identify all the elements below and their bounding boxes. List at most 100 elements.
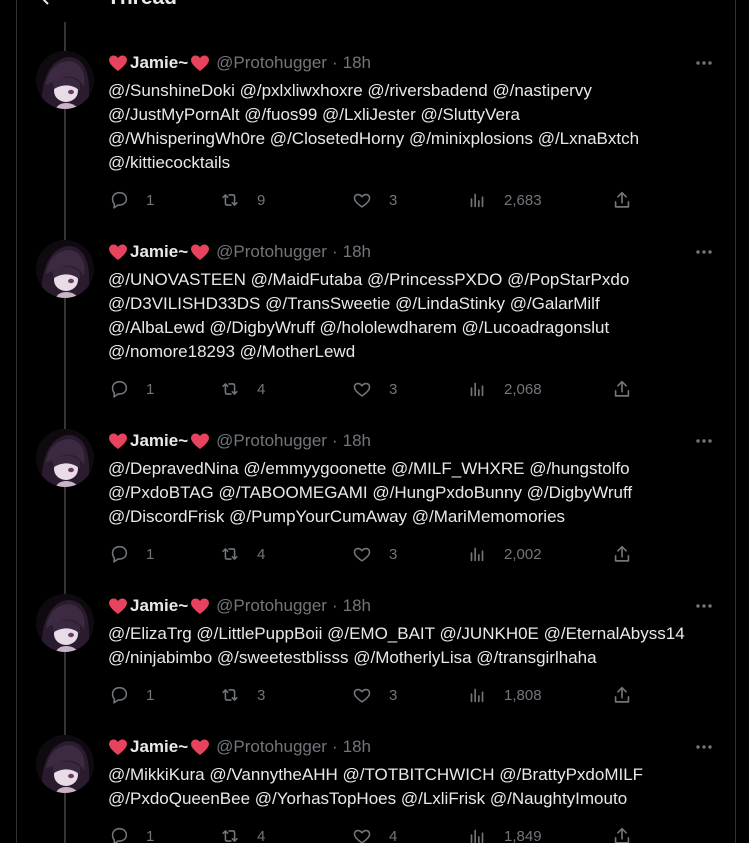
back-arrow-icon[interactable]: [39, 0, 59, 8]
tweet-text-line[interactable]: @/kittiecocktails: [108, 151, 728, 175]
display-name[interactable]: Jamie~: [130, 53, 188, 73]
more-icon[interactable]: [695, 54, 713, 72]
display-name[interactable]: Jamie~: [130, 737, 188, 757]
tweet-header: Jamie~ @Protohugger · 18h: [108, 594, 371, 618]
display-name[interactable]: Jamie~: [130, 431, 188, 451]
page-title: Thread: [107, 0, 177, 10]
share-icon: [614, 380, 630, 397]
repost-button[interactable]: 9: [219, 188, 265, 212]
repost-button[interactable]: 4: [219, 542, 265, 566]
more-icon[interactable]: [695, 597, 713, 615]
views-count: 2,683: [504, 191, 542, 209]
reply-icon: [111, 191, 128, 209]
tweet-text-line[interactable]: @/ninjabimbo @/sweetestblisss @/Motherly…: [108, 646, 728, 670]
tweet-text-line[interactable]: @/WhisperingWh0re @/ClosetedHorny @/mini…: [108, 127, 728, 151]
tweet-text-line[interactable]: @/UNOVASTEEN @/MaidFutaba @/PrincessPXDO…: [108, 268, 728, 292]
like-button[interactable]: 3: [351, 188, 397, 212]
tweet-text: @/ElizaTrg @/LittlePuppBoii @/EMO_BAIT @…: [108, 622, 728, 670]
timeline-column: Thread Jamie~ @Protohugger ·: [16, 0, 736, 843]
views-button[interactable]: 2,068: [466, 377, 542, 401]
timestamp[interactable]: 18h: [343, 53, 371, 73]
views-button[interactable]: 2,683: [466, 188, 542, 212]
more-icon[interactable]: [695, 738, 713, 756]
repost-button[interactable]: 3: [219, 683, 265, 707]
display-name[interactable]: Jamie~: [130, 242, 188, 262]
heart-emoji-icon: [191, 598, 210, 614]
more-icon[interactable]: [695, 432, 713, 450]
avatar[interactable]: [36, 429, 94, 487]
tweet-text-line[interactable]: @/SunshineDoki @/pxlxliwxhoxre @/riversb…: [108, 79, 728, 103]
heart-emoji-icon: [191, 433, 210, 449]
reply-count: 1: [146, 380, 155, 398]
reply-button[interactable]: 1: [108, 683, 154, 707]
separator-dot: ·: [331, 242, 338, 261]
tweet-text-line[interactable]: @/DepravedNina @/emmyygoonette @/MILF_WH…: [108, 457, 728, 481]
share-button[interactable]: [611, 824, 633, 843]
user-handle[interactable]: @Protohugger: [216, 596, 327, 616]
tweet-text-line[interactable]: @/DiscordFrisk @/PumpYourCumAway @/MariM…: [108, 505, 728, 529]
share-button[interactable]: [611, 188, 633, 212]
like-button[interactable]: 4: [351, 824, 397, 843]
like-count: 3: [389, 545, 398, 563]
avatar[interactable]: [36, 594, 94, 652]
share-button[interactable]: [611, 542, 633, 566]
like-icon: [353, 688, 371, 703]
tweet-text-line[interactable]: @/ElizaTrg @/LittlePuppBoii @/EMO_BAIT @…: [108, 622, 728, 646]
tweet-text-line[interactable]: @/AlbaLewd @/DigbyWruff @/hololewdharem …: [108, 316, 728, 340]
like-button[interactable]: 3: [351, 683, 397, 707]
heart-emoji-icon: [109, 433, 127, 449]
repost-icon: [222, 383, 238, 395]
tweet-text-line[interactable]: @/PxdoQueenBee @/YorhasTopHoes @/LxliFri…: [108, 787, 728, 811]
user-handle[interactable]: @Protohugger: [216, 53, 327, 73]
user-handle[interactable]: @Protohugger: [216, 242, 327, 262]
separator-dot: ·: [331, 737, 338, 756]
share-button[interactable]: [611, 683, 633, 707]
more-icon[interactable]: [695, 243, 713, 261]
repost-count: 3: [257, 686, 266, 704]
heart-emoji-icon: [109, 739, 127, 755]
timestamp[interactable]: 18h: [343, 431, 371, 451]
avatar[interactable]: [36, 735, 94, 793]
like-icon: [353, 193, 371, 208]
tweet-text-line[interactable]: @/JustMyPornAlt @/fuos99 @/LxliJester @/…: [108, 103, 728, 127]
timestamp[interactable]: 18h: [343, 596, 371, 616]
user-handle[interactable]: @Protohugger: [216, 431, 327, 451]
tweet-text-line[interactable]: @/MikkiKura @/VannytheAHH @/TOTBITCHWICH…: [108, 763, 728, 787]
display-name[interactable]: Jamie~: [130, 596, 188, 616]
tweet-text-line[interactable]: @/nomore18293 @/MotherLewd: [108, 340, 728, 364]
tweet-header: Jamie~ @Protohugger · 18h: [108, 429, 371, 453]
like-count: 3: [389, 686, 398, 704]
views-icon: [470, 193, 484, 208]
avatar[interactable]: [36, 240, 94, 298]
reply-button[interactable]: 1: [108, 188, 154, 212]
views-button[interactable]: 1,808: [466, 683, 542, 707]
repost-count: 4: [257, 380, 266, 398]
timestamp[interactable]: 18h: [343, 242, 371, 262]
user-handle[interactable]: @Protohugger: [216, 737, 327, 757]
views-button[interactable]: 1,849: [466, 824, 542, 843]
views-count: 1,808: [504, 686, 542, 704]
reply-button[interactable]: 1: [108, 542, 154, 566]
repost-icon: [222, 689, 238, 701]
views-button[interactable]: 2,002: [466, 542, 542, 566]
like-button[interactable]: 3: [351, 542, 397, 566]
heart-emoji-icon: [191, 244, 210, 260]
repost-button[interactable]: 4: [219, 377, 265, 401]
tweet-text-line[interactable]: @/PxdoBTAG @/TABOOMEGAMI @/HungPxdoBunny…: [108, 481, 728, 505]
reply-button[interactable]: 1: [108, 377, 154, 401]
reply-count: 1: [146, 686, 155, 704]
action-bar: 1 4 3 2,002: [108, 542, 630, 566]
repost-count: 4: [257, 545, 266, 563]
repost-button[interactable]: 4: [219, 824, 265, 843]
action-bar: 1 4 3 2,068: [108, 377, 630, 401]
avatar[interactable]: [36, 51, 94, 109]
reply-count: 1: [146, 827, 155, 843]
share-icon: [614, 545, 630, 562]
like-button[interactable]: 3: [351, 377, 397, 401]
timestamp[interactable]: 18h: [343, 737, 371, 757]
reply-button[interactable]: 1: [108, 824, 154, 843]
share-button[interactable]: [611, 377, 633, 401]
reply-icon: [111, 827, 128, 843]
heart-emoji-icon: [109, 244, 127, 260]
tweet-text-line[interactable]: @/D3VILISHD33DS @/TransSweetie @/LindaSt…: [108, 292, 728, 316]
